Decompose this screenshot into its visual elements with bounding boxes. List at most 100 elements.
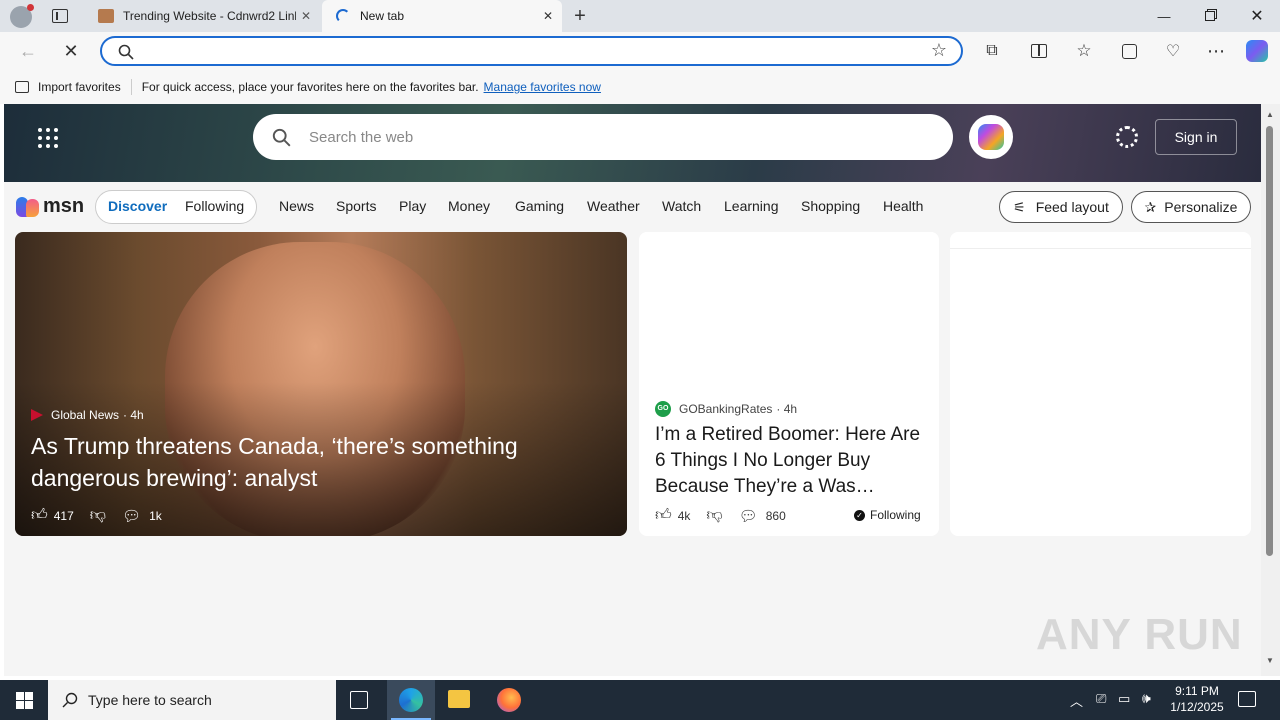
taskbar-search-box[interactable]: Type here to search	[48, 680, 336, 720]
category-weather[interactable]: Weather	[587, 198, 640, 214]
file-explorer-icon[interactable]	[448, 690, 470, 708]
notification-dot	[27, 4, 34, 11]
comment-icon[interactable]: 💬︎	[739, 507, 758, 525]
source-name[interactable]: Global News	[51, 408, 119, 422]
tab-actions-icon[interactable]	[52, 9, 68, 23]
news-card-loading	[950, 232, 1251, 536]
source-name[interactable]: GOBankingRates	[679, 402, 772, 416]
volume-icon[interactable]: 🕪︎	[1142, 690, 1151, 707]
tab-trending-website[interactable]: Trending Website - Cdnwrd2 Link ✕	[84, 0, 322, 32]
browser-essentials-icon[interactable]: ♡	[1160, 38, 1186, 64]
search-icon	[118, 44, 134, 60]
source-logo-icon: GO	[655, 401, 671, 417]
scroll-up-arrow[interactable]: ▲	[1266, 110, 1274, 119]
source-logo-icon	[31, 409, 43, 421]
new-tab-button[interactable]: +	[568, 4, 592, 28]
copilot-icon	[978, 124, 1004, 150]
favbar-divider	[130, 79, 132, 95]
firefox-icon[interactable]	[497, 688, 521, 712]
dislike-icon[interactable]: 👎︎	[90, 506, 106, 525]
following-tab[interactable]: Following	[185, 198, 244, 214]
category-news[interactable]: News	[279, 198, 314, 214]
comment-icon[interactable]: 💬︎	[122, 507, 141, 525]
loading-spinner-icon	[336, 9, 350, 23]
dislike-icon[interactable]: 👎︎	[706, 506, 722, 525]
apps-launcher-icon[interactable]	[38, 128, 58, 148]
restore-button[interactable]	[1187, 0, 1233, 32]
sign-in-button[interactable]: Sign in	[1155, 119, 1237, 155]
profile-avatar[interactable]	[10, 4, 34, 28]
import-favorites-icon[interactable]	[15, 81, 29, 93]
extensions-icon[interactable]: ⧉	[979, 38, 1005, 64]
close-tab-icon[interactable]: ✕	[538, 9, 558, 23]
msn-logo[interactable]: msn	[16, 195, 84, 218]
network-tray-icon[interactable]: ⎚	[1096, 691, 1106, 707]
personalize-icon: ✰	[1144, 198, 1157, 215]
copilot-button[interactable]	[969, 115, 1013, 159]
news-card-secondary[interactable]: GO GOBankingRates · 4h I’m a Retired Boo…	[639, 232, 939, 536]
headline[interactable]: As Trump threatens Canada, ‘there’s some…	[31, 430, 591, 494]
minimize-button[interactable]: —	[1141, 0, 1187, 32]
tab-actions-icon-bar	[56, 12, 58, 20]
category-play[interactable]: Play	[399, 198, 426, 214]
like-icon[interactable]: 👍︎	[31, 506, 48, 525]
comment-count: 1k	[149, 508, 162, 523]
card-divider	[950, 248, 1251, 249]
like-icon[interactable]: 👍︎	[655, 506, 672, 525]
feed-layout-button[interactable]: ⚟ Feed layout	[999, 191, 1123, 223]
category-health[interactable]: Health	[883, 198, 923, 214]
close-window-button[interactable]: ✕	[1234, 0, 1280, 32]
search-icon	[62, 692, 78, 708]
address-bar[interactable]: ☆	[100, 36, 963, 66]
category-learning[interactable]: Learning	[724, 198, 779, 214]
favorite-star-icon[interactable]: ☆	[931, 40, 947, 61]
manage-favorites-link[interactable]: Manage favorites now	[484, 80, 601, 94]
favorites-icon[interactable]: ☆	[1071, 38, 1097, 64]
discover-tab[interactable]: Discover	[108, 198, 167, 214]
category-gaming[interactable]: Gaming	[515, 198, 564, 214]
settings-more-icon[interactable]: ⋯	[1203, 38, 1229, 64]
category-shopping[interactable]: Shopping	[801, 198, 860, 214]
split-screen-icon[interactable]	[1026, 38, 1052, 64]
news-card-featured[interactable]: Global News · 4h As Trump threatens Cana…	[15, 232, 627, 536]
comment-count: 860	[765, 508, 786, 523]
headline[interactable]: I’m a Retired Boomer: Here Are 6 Things …	[655, 422, 925, 500]
category-watch[interactable]: Watch	[662, 198, 701, 214]
page-scrollbar[interactable]: ▲ ▼	[1261, 104, 1280, 676]
close-tab-icon[interactable]: ✕	[296, 9, 316, 23]
card-image-placeholder	[639, 232, 939, 392]
task-view-icon[interactable]	[350, 691, 368, 709]
feed-layout-label: Feed layout	[1035, 199, 1109, 215]
scroll-down-arrow[interactable]: ▼	[1266, 656, 1274, 665]
new-tab-page: Search the web Sign in msn Discover Foll…	[4, 104, 1261, 676]
edge-taskbar-button[interactable]	[387, 680, 435, 720]
page-settings-gear-icon[interactable]	[1116, 126, 1138, 148]
show-hidden-icons[interactable]: ︿	[1070, 691, 1083, 710]
following-check-icon: ✓	[854, 509, 865, 521]
start-button[interactable]	[0, 680, 48, 720]
tab-new-tab[interactable]: New tab ✕	[322, 0, 562, 32]
windows-logo-icon	[15, 691, 33, 709]
search-placeholder: Search the web	[309, 128, 414, 146]
clock[interactable]: 9:11 PM 1/12/2025	[1166, 683, 1228, 715]
import-favorites-button[interactable]: Import favorites	[38, 80, 121, 94]
sliders-icon: ⚟	[1013, 198, 1026, 215]
personalize-button[interactable]: ✰ Personalize	[1131, 191, 1251, 223]
msn-header-background: Search the web Sign in	[4, 104, 1261, 182]
category-sports[interactable]: Sports	[336, 198, 376, 214]
stop-loading-button[interactable]: ✕	[58, 38, 84, 64]
like-count: 4k	[677, 508, 691, 523]
favorites-bar: Import favorites For quick access, place…	[0, 70, 1280, 104]
anyrun-watermark: ANY RUN	[1036, 610, 1243, 659]
copilot-icon[interactable]	[1244, 38, 1270, 64]
scroll-thumb[interactable]	[1266, 126, 1273, 556]
web-search-box[interactable]: Search the web	[253, 114, 953, 160]
display-tray-icon[interactable]: ▭	[1118, 691, 1130, 707]
category-money[interactable]: Money	[448, 198, 490, 214]
notifications-icon[interactable]	[1238, 691, 1256, 707]
edge-icon	[399, 688, 423, 712]
collections-icon[interactable]	[1116, 38, 1142, 64]
back-button[interactable]: ←	[15, 38, 41, 64]
following-status[interactable]: Following	[870, 508, 921, 522]
tab-strip: Trending Website - Cdnwrd2 Link ✕ New ta…	[0, 0, 1280, 32]
